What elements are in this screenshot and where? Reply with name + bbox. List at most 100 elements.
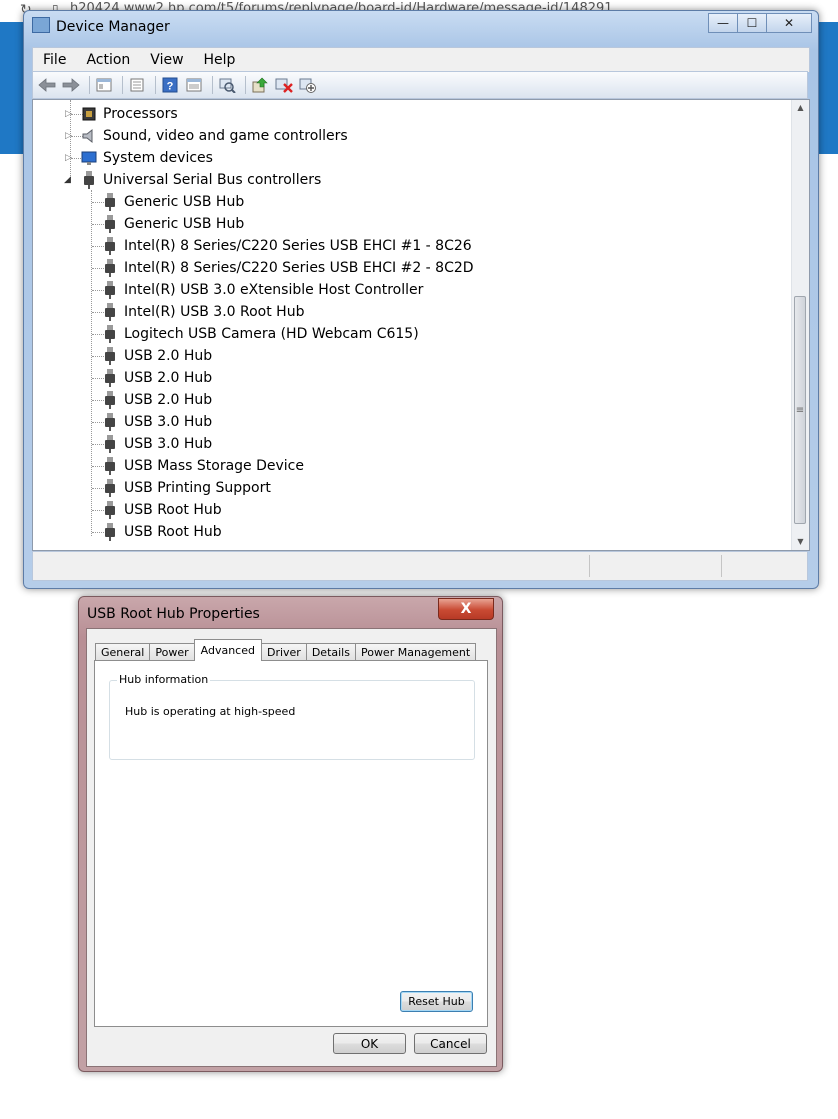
dialog-close-button[interactable]: X — [438, 598, 494, 620]
menu-action[interactable]: Action — [76, 52, 140, 68]
maximize-button[interactable]: ☐ — [737, 13, 767, 33]
caption-buttons: — ☐ ✕ — [708, 13, 812, 33]
category-label: Sound, video and game controllers — [103, 128, 348, 144]
menu-bar: File Action View Help — [32, 47, 810, 72]
tab-general[interactable]: General — [95, 643, 151, 661]
usb-device-label: USB 2.0 Hub — [124, 392, 213, 408]
toolbar-separator — [89, 76, 90, 94]
menu-file[interactable]: File — [33, 52, 76, 68]
usb-device-row[interactable]: Intel(R) USB 3.0 eXtensible Host Control… — [33, 279, 773, 301]
ok-button[interactable]: OK — [333, 1033, 406, 1054]
device-tree: ▷ Processors ▷ Sound, video and game con… — [32, 99, 810, 551]
category-label: Universal Serial Bus controllers — [103, 172, 322, 188]
usb-device-row[interactable]: USB Root Hub — [33, 499, 773, 521]
minimize-button[interactable]: — — [708, 13, 738, 33]
menu-help[interactable]: Help — [194, 52, 246, 68]
view-icon[interactable] — [184, 76, 204, 94]
usb-root-hub-properties-dialog: USB Root Hub Properties X General Power … — [78, 596, 503, 1072]
usb-device-icon — [105, 325, 115, 343]
usb-device-row[interactable]: USB Root Hub — [33, 521, 773, 543]
usb-device-row[interactable]: USB 2.0 Hub — [33, 345, 773, 367]
menu-view[interactable]: View — [140, 52, 193, 68]
tree-category-processors[interactable]: ▷ Processors — [33, 103, 773, 125]
properties-icon[interactable] — [127, 76, 147, 94]
usb-device-label: Intel(R) USB 3.0 Root Hub — [124, 304, 305, 320]
usb-device-label: USB Mass Storage Device — [124, 458, 304, 474]
toolbar: ? — [32, 71, 808, 99]
group-label: Hub information — [117, 673, 211, 686]
usb-device-label: USB Root Hub — [124, 502, 222, 518]
usb-device-icon — [105, 435, 115, 453]
usb-device-icon — [105, 479, 115, 497]
usb-device-icon — [105, 347, 115, 365]
usb-device-label: USB 2.0 Hub — [124, 348, 213, 364]
close-button[interactable]: ✕ — [766, 13, 812, 33]
usb-device-row[interactable]: Generic USB Hub — [33, 213, 773, 235]
usb-device-label: USB 3.0 Hub — [124, 436, 213, 452]
tab-power-management[interactable]: Power Management — [354, 643, 477, 661]
cancel-button[interactable]: Cancel — [414, 1033, 487, 1054]
scroll-up-arrow-icon[interactable]: ▲ — [792, 100, 809, 116]
speaker-icon — [82, 128, 93, 144]
window-title: Device Manager — [32, 17, 170, 35]
scroll-down-arrow-icon[interactable]: ▼ — [792, 534, 809, 550]
usb-device-row[interactable]: USB 2.0 Hub — [33, 367, 773, 389]
disable-icon[interactable] — [298, 76, 318, 94]
tab-strip: General Power Advanced Driver Details Po… — [95, 639, 477, 661]
usb-device-icon — [105, 281, 115, 299]
device-manager-window: Device Manager — ☐ ✕ File Action View He… — [23, 10, 819, 589]
tab-advanced[interactable]: Advanced — [193, 639, 262, 661]
usb-device-row[interactable]: USB Printing Support — [33, 477, 773, 499]
usb-device-row[interactable]: Intel(R) USB 3.0 Root Hub — [33, 301, 773, 323]
usb-device-row[interactable]: Logitech USB Camera (HD Webcam C615) — [33, 323, 773, 345]
scan-hardware-icon[interactable] — [217, 76, 237, 94]
tab-power[interactable]: Power — [149, 643, 195, 661]
usb-device-icon — [105, 391, 115, 409]
back-icon[interactable] — [37, 76, 57, 94]
usb-device-icon — [105, 523, 115, 541]
usb-device-label: USB Root Hub — [124, 524, 222, 540]
tree-category-sound[interactable]: ▷ Sound, video and game controllers — [33, 125, 773, 147]
category-label: System devices — [103, 150, 213, 166]
usb-device-icon — [105, 215, 115, 233]
usb-device-row[interactable]: Generic USB Hub — [33, 191, 773, 213]
tree-category-system-devices[interactable]: ▷ System devices — [33, 147, 773, 169]
reset-hub-button[interactable]: Reset Hub — [400, 991, 473, 1012]
collapse-arrow-icon[interactable]: ◢ — [64, 169, 74, 191]
usb-device-label: USB 3.0 Hub — [124, 414, 213, 430]
scrollbar-thumb[interactable]: ≡ — [794, 296, 806, 524]
usb-device-row[interactable]: Intel(R) 8 Series/C220 Series USB EHCI #… — [33, 257, 773, 279]
usb-device-icon — [105, 303, 115, 321]
usb-device-row[interactable]: USB 3.0 Hub — [33, 433, 773, 455]
usb-device-label: Generic USB Hub — [124, 194, 245, 210]
usb-device-icon — [105, 259, 115, 277]
tab-driver[interactable]: Driver — [260, 643, 307, 661]
usb-device-label: Intel(R) 8 Series/C220 Series USB EHCI #… — [124, 238, 472, 254]
usb-device-icon — [105, 413, 115, 431]
forward-icon[interactable] — [61, 76, 81, 94]
tab-details[interactable]: Details — [305, 643, 356, 661]
svg-text:?: ? — [167, 81, 174, 93]
toolbar-separator — [122, 76, 123, 94]
show-hide-tree-icon[interactable] — [94, 76, 114, 94]
uninstall-icon[interactable] — [274, 76, 294, 94]
advanced-tab-panel: Hub information Hub is operating at high… — [94, 660, 488, 1027]
usb-device-row[interactable]: USB 3.0 Hub — [33, 411, 773, 433]
usb-device-row[interactable]: Intel(R) 8 Series/C220 Series USB EHCI #… — [33, 235, 773, 257]
update-driver-icon[interactable] — [250, 76, 270, 94]
usb-device-label: Intel(R) USB 3.0 eXtensible Host Control… — [124, 282, 424, 298]
usb-device-row[interactable]: USB Mass Storage Device — [33, 455, 773, 477]
status-pane — [721, 555, 722, 577]
help-icon[interactable]: ? — [160, 76, 180, 94]
hub-status-text: Hub is operating at high-speed — [125, 705, 296, 718]
usb-device-row[interactable]: USB 2.0 Hub — [33, 389, 773, 411]
tree-category-usb-controllers[interactable]: ◢ Universal Serial Bus controllers — [33, 169, 773, 191]
device-manager-icon — [32, 17, 50, 33]
vertical-scrollbar[interactable]: ▲ ≡ ▼ — [791, 100, 809, 550]
window-title-text: Device Manager — [56, 19, 170, 35]
status-bar — [32, 551, 808, 581]
usb-device-label: Logitech USB Camera (HD Webcam C615) — [124, 326, 419, 342]
dialog-title: USB Root Hub Properties — [87, 606, 260, 622]
toolbar-separator — [245, 76, 246, 94]
usb-device-label: USB 2.0 Hub — [124, 370, 213, 386]
